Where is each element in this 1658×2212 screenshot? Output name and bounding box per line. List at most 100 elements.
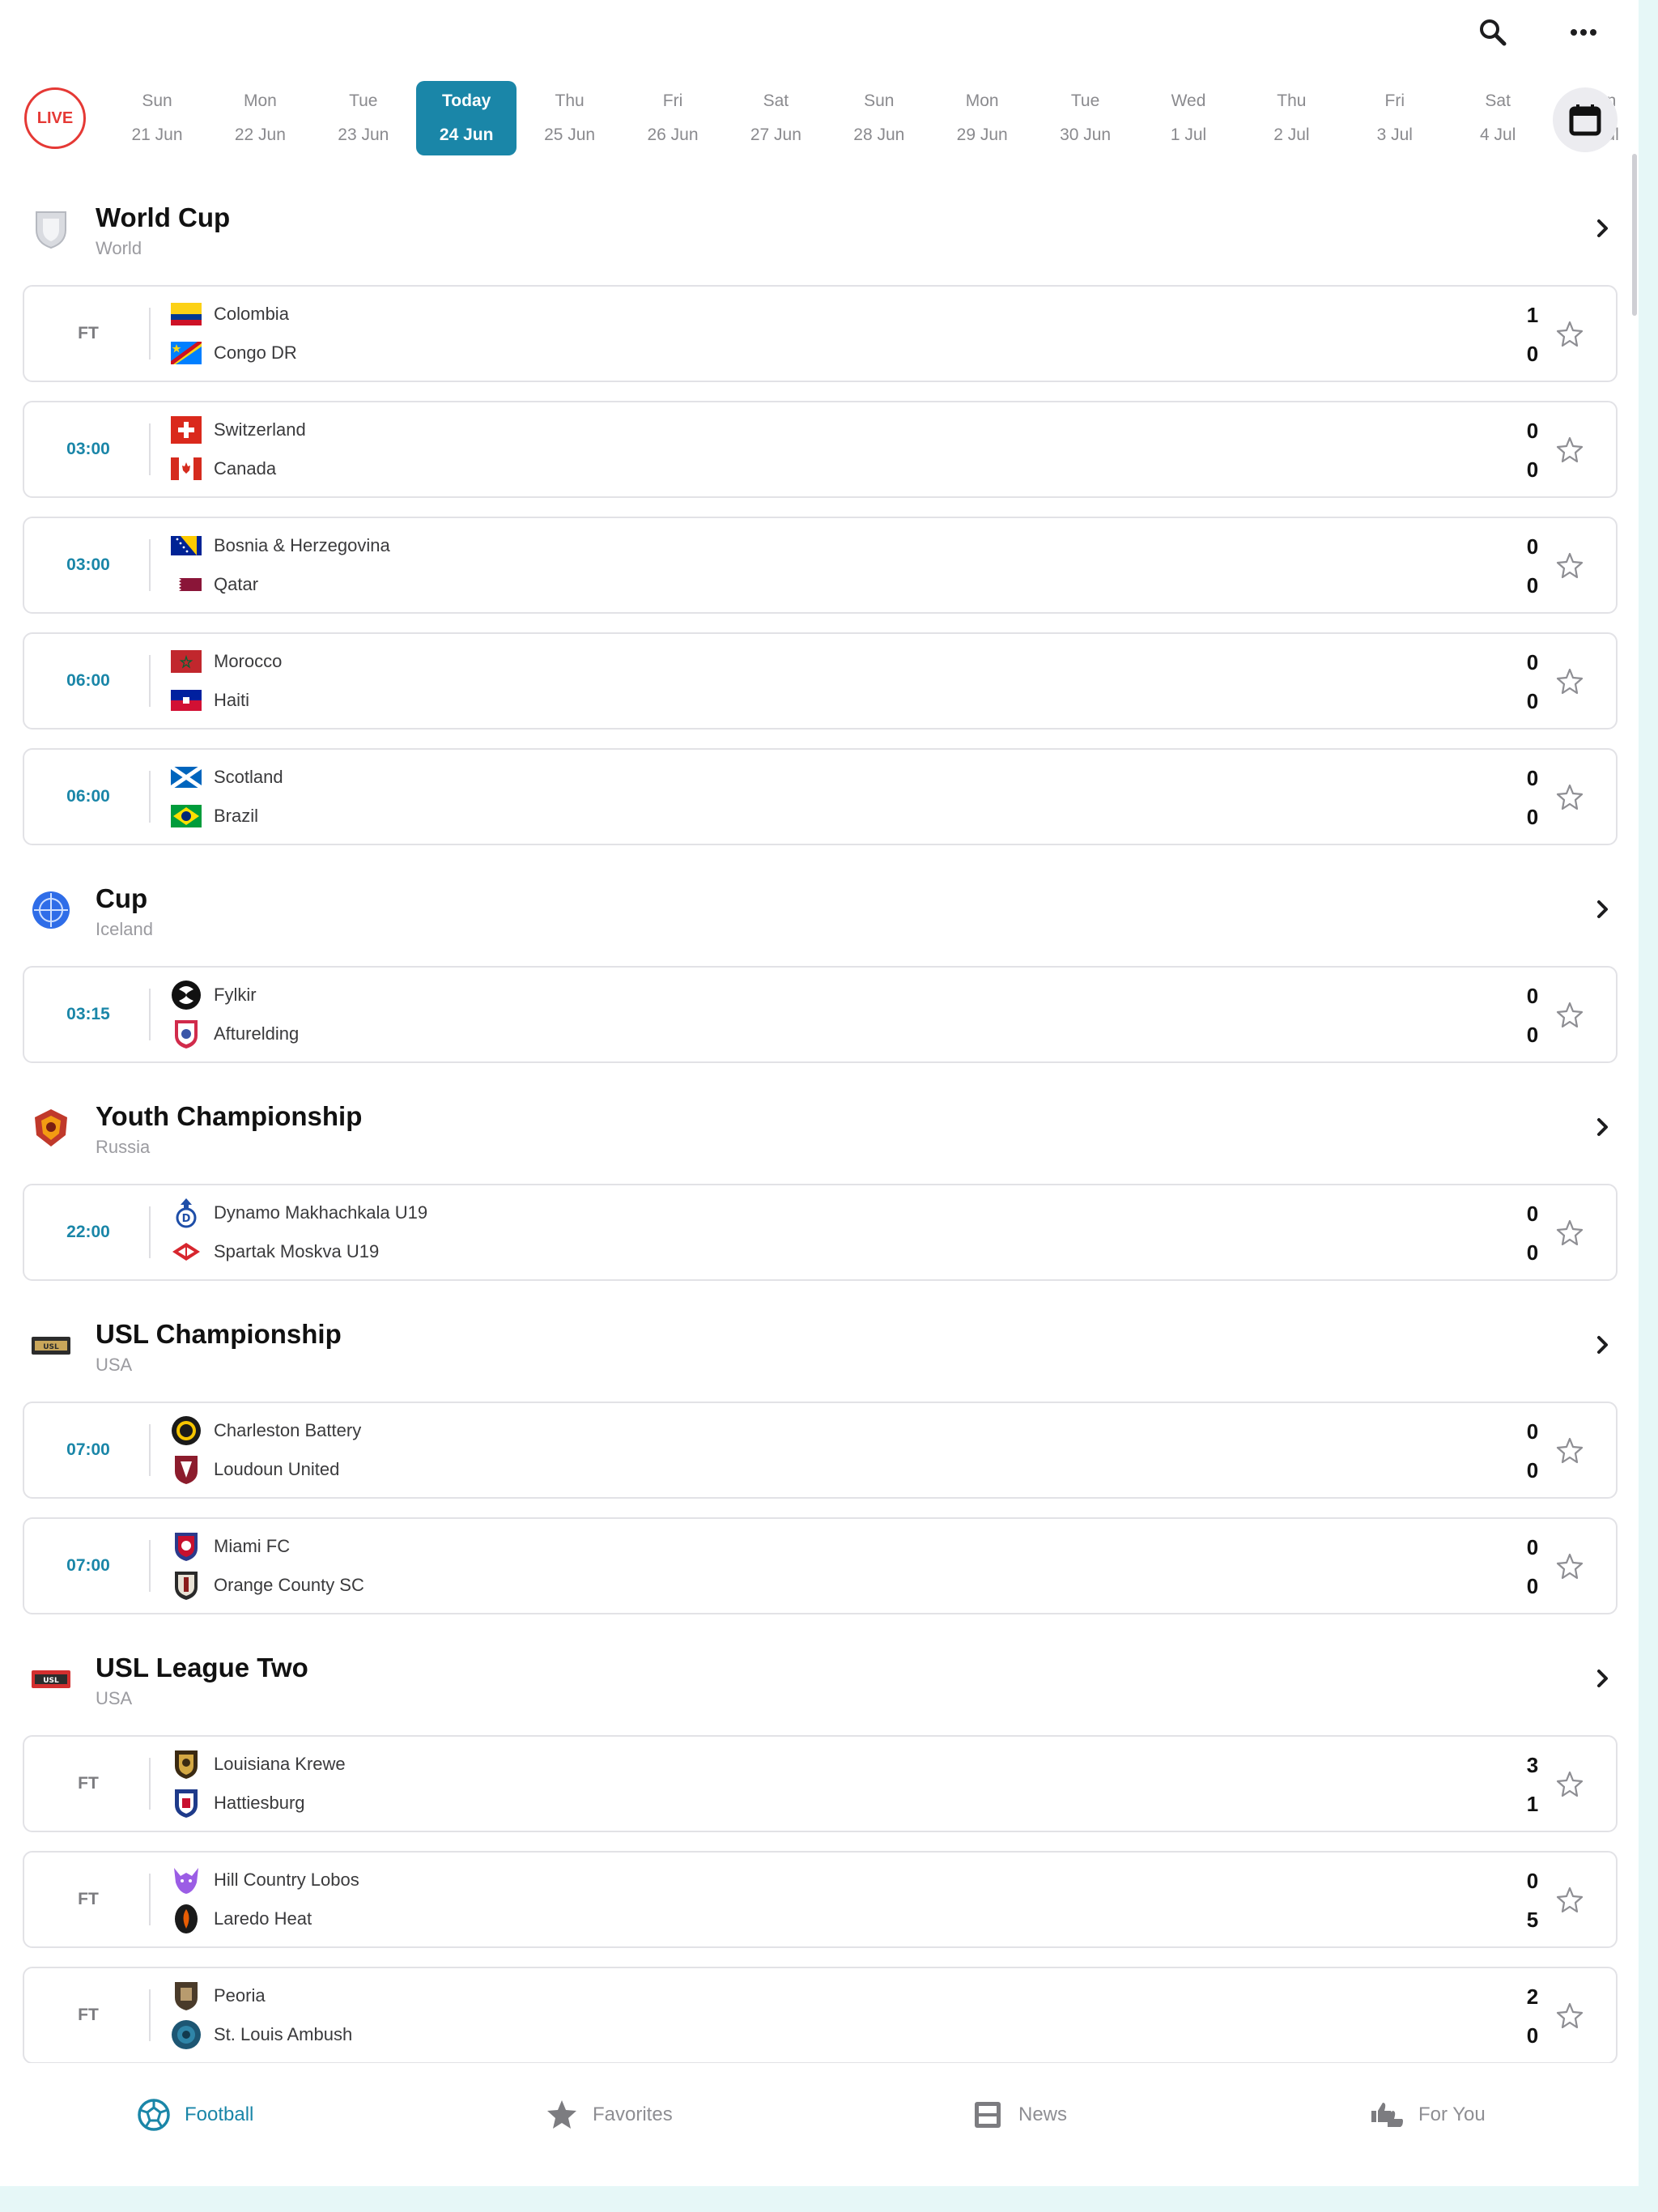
favorite-star-icon[interactable] [1553,549,1587,583]
home-team-name: Morocco [214,651,283,671]
haiti-logo-icon [170,686,202,715]
more-dots-icon[interactable] [1562,11,1605,53]
iceland-cup-icon [29,888,73,932]
date-item-today-24-jun[interactable]: Today 24 Jun [416,81,517,155]
away-score: 5 [1526,1908,1539,1932]
date-item-tue-23-jun[interactable]: Tue 23 Jun [313,81,414,155]
away-team: Congo DR [170,337,297,369]
league-header-cup[interactable]: Cup Iceland [0,867,1639,956]
nav-football[interactable]: Football [134,2094,253,2136]
away-team: Qatar [170,568,258,601]
date-item-tue-30-jun[interactable]: Tue 30 Jun [1035,81,1136,155]
home-team: Peoria [170,1980,266,2012]
match-row[interactable]: FT Colombia Congo DR 1 0 [23,285,1618,382]
date-item-sun-28-jun[interactable]: Sun 28 Jun [829,81,929,155]
match-row[interactable]: FT Hill Country Lobos Laredo Heat 0 5 [23,1851,1618,1948]
date-day-label: Fri [662,91,683,110]
favorite-star-icon[interactable] [1553,1550,1587,1584]
favorite-star-icon[interactable] [1553,317,1587,351]
league-header-world-cup[interactable]: World Cup World [0,186,1639,275]
match-row[interactable]: FT Peoria St. Louis Ambush 2 0 [23,1967,1618,2063]
home-team-name: Colombia [214,304,289,324]
favorite-star-icon[interactable] [1553,781,1587,815]
home-team-name: Switzerland [214,419,306,440]
loudoun-united-logo-icon [170,1455,202,1484]
live-button[interactable]: LIVE [24,87,86,149]
afturelding-logo-icon [170,1019,202,1049]
match-row[interactable]: 07:00 Charleston Battery Loudoun United 0 0 [23,1402,1618,1499]
home-team: Scotland [170,761,283,793]
match-row[interactable]: 22:00 D Dynamo Makhachkala U19 Spartak Mosk… [23,1184,1618,1281]
home-score: 0 [1526,1869,1539,1893]
nav-label: News [1018,2104,1068,2125]
match-row[interactable]: 03:00 Bosnia & Herzegovina Qatar 0 0 [23,517,1618,614]
morocco-logo-icon [170,647,202,676]
chevron-right-icon[interactable] [1587,1662,1619,1695]
favorite-star-icon[interactable] [1553,1767,1587,1802]
home-team-name: Bosnia & Herzegovina [214,535,390,555]
search-icon[interactable] [1472,11,1514,53]
match-row[interactable]: FT Louisiana Krewe Hattiesburg 3 1 [23,1735,1618,1832]
calendar-icon[interactable] [1553,87,1618,152]
date-item-thu-25-jun[interactable]: Thu 25 Jun [520,81,620,155]
favorite-star-icon[interactable] [1553,1999,1587,2033]
away-team: Canada [170,453,276,485]
match-status: FT [78,1890,99,1908]
away-score: 0 [1526,342,1539,366]
date-date-label: 29 Jun [956,125,1008,144]
home-score: 0 [1526,650,1539,674]
away-team-name: Loudoun United [214,1459,340,1479]
date-day-label: Wed [1171,91,1206,110]
usl-championship-logo-icon: USL [29,1324,73,1368]
home-team: Charleston Battery [170,1414,361,1447]
usl-league-two-logo-icon: USL [29,1657,73,1701]
date-item-wed-1-jul[interactable]: Wed 1 Jul [1138,81,1239,155]
nav-favorites[interactable]: Favorites [542,2094,673,2136]
date-item-sat-4-jul[interactable]: Sat 4 Jul [1448,81,1548,155]
favorite-star-icon[interactable] [1553,1216,1587,1250]
favorite-star-icon[interactable] [1553,1883,1587,1917]
league-header-youth-championship[interactable]: Youth Championship Russia [0,1085,1639,1174]
dynamo-makhachkala-u19-logo-icon: D [170,1198,202,1228]
chevron-right-icon[interactable] [1587,212,1619,245]
chevron-right-icon[interactable] [1587,893,1619,925]
away-team-name: Afturelding [214,1023,300,1044]
match-row[interactable]: 06:00 Morocco Haiti 0 0 [23,632,1618,730]
match-row[interactable]: 03:00 Switzerland Canada 0 0 [23,401,1618,498]
league-header-usl-league-two[interactable]: USL USL League Two USA [0,1636,1639,1725]
hill-country-lobos-logo-icon [170,1865,202,1895]
chevron-right-icon[interactable] [1587,1329,1619,1361]
orange-county-sc-logo-icon [170,1571,202,1600]
favorite-star-icon[interactable] [1553,998,1587,1032]
date-item-mon-29-jun[interactable]: Mon 29 Jun [932,81,1032,155]
favorite-star-icon[interactable] [1553,1434,1587,1468]
date-item-fri-26-jun[interactable]: Fri 26 Jun [623,81,723,155]
peoria-logo-icon [170,1981,202,2010]
home-score: 0 [1526,984,1539,1008]
league-country: Russia [96,1137,151,1157]
date-item-fri-3-jul[interactable]: Fri 3 Jul [1345,81,1445,155]
home-team-name: Peoria [214,1985,266,2006]
news-icon [968,2095,1007,2134]
match-row[interactable]: 07:00 Miami FC Orange County SC 0 0 [23,1517,1618,1614]
date-item-thu-2-jul[interactable]: Thu 2 Jul [1241,81,1341,155]
away-score: 0 [1526,457,1539,482]
date-item-mon-22-jun[interactable]: Mon 22 Jun [210,81,310,155]
chevron-right-icon[interactable] [1587,1111,1619,1143]
match-status: 07:00 [66,1556,110,1575]
date-item-sat-27-jun[interactable]: Sat 27 Jun [725,81,826,155]
match-row[interactable]: 06:00 Scotland Brazil 0 0 [23,748,1618,845]
home-team-name: Scotland [214,767,283,787]
nav-for-you[interactable]: For You [1368,2094,1486,2136]
favorite-star-icon[interactable] [1553,433,1587,467]
divider [149,1874,151,1925]
russia-youth-crest-icon [29,1106,73,1150]
date-item-sun-21-jun[interactable]: Sun 21 Jun [107,81,207,155]
date-date-label: 3 Jul [1376,125,1413,144]
divider [149,539,151,591]
date-date-label: 21 Jun [131,125,183,144]
match-row[interactable]: 03:15 Fylkir Afturelding 0 0 [23,966,1618,1063]
nav-news[interactable]: News [968,2094,1067,2136]
league-header-usl-championship[interactable]: USL USL Championship USA [0,1303,1639,1392]
favorite-star-icon[interactable] [1553,665,1587,699]
